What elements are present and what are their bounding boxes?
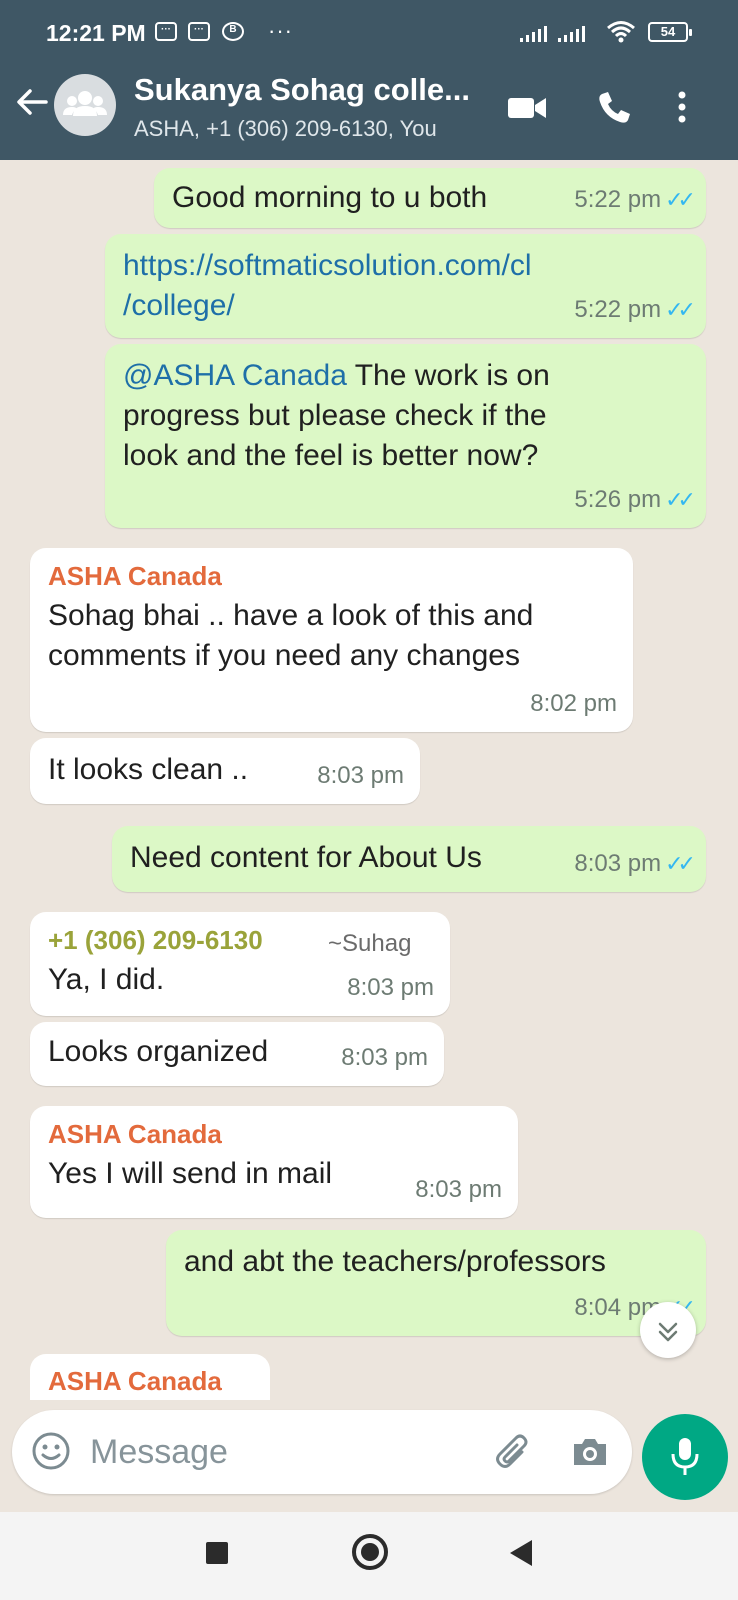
system-nav-bar [0, 1512, 738, 1600]
read-ticks-icon: ✓✓ [665, 187, 696, 212]
sender-name[interactable]: ASHA Canada [48, 560, 615, 592]
top-bar: 12:21 PM ··· ··· B ··· 54 Sukanya Sohag … [0, 0, 738, 160]
message-text: It looks clean .. [48, 753, 249, 786]
read-ticks-icon: ✓✓ [665, 851, 696, 876]
message-text: progress but please check if the [123, 399, 547, 432]
message-time: 8:03 pm [347, 974, 434, 1001]
sender-name: ASHA Canada [48, 1366, 222, 1396]
status-more-dots: ··· [268, 18, 293, 43]
read-ticks-icon: ✓✓ [665, 297, 696, 322]
mic-button[interactable] [642, 1414, 728, 1500]
b-icon: B [222, 22, 244, 41]
message-time: 8:03 pm [341, 1044, 428, 1071]
signal-icon [520, 26, 548, 42]
message-icon: ··· [188, 22, 210, 41]
sender-alias: ~Suhag [328, 930, 412, 957]
read-ticks-icon: ✓✓ [665, 487, 696, 512]
message-time: 5:22 pm ✓✓ [574, 290, 696, 330]
attach-icon[interactable] [492, 1430, 536, 1474]
message-bubble-partial[interactable]: ASHA Canada [30, 1354, 270, 1400]
message-bubble[interactable]: and abt the teachers/professors 8:04 pm✓… [166, 1230, 706, 1336]
message-bubble[interactable]: @ASHA Canada The work is on progress but… [105, 344, 706, 528]
voice-call-icon[interactable] [592, 86, 638, 130]
signal-icon [558, 26, 586, 42]
scroll-down-icon[interactable] [640, 1302, 696, 1358]
message-time: 5:26 pm ✓✓ [574, 480, 696, 520]
message-bubble[interactable]: Looks organized 8:03 pm [30, 1022, 444, 1086]
message-link[interactable]: https://softmaticsolution.com/cl [123, 246, 688, 286]
more-vert-icon[interactable] [664, 86, 700, 130]
battery-indicator: 54 [648, 22, 692, 42]
message-text: Looks organized [48, 1035, 269, 1068]
message-composer [12, 1410, 632, 1494]
sender-name[interactable]: ASHA Canada [48, 1118, 500, 1150]
chat-title[interactable]: Sukanya Sohag colle... [134, 72, 494, 108]
emoji-icon[interactable] [30, 1430, 72, 1472]
message-bubble[interactable]: It looks clean .. 8:03 pm [30, 738, 420, 804]
mention[interactable]: @ASHA Canada [123, 359, 347, 392]
wifi-icon [606, 20, 636, 50]
message-input[interactable] [90, 1426, 470, 1478]
home-button[interactable] [352, 1534, 388, 1570]
message-bubble[interactable]: ASHA Canada Sohag bhai .. have a look of… [30, 548, 633, 732]
message-time: 8:03 pm ✓✓ [574, 844, 696, 884]
message-text: The work is on [346, 359, 550, 392]
back-button[interactable] [510, 1540, 532, 1566]
mic-icon [671, 1438, 699, 1475]
message-time: 5:22 pm ✓✓ [574, 180, 696, 220]
chat-area[interactable]: Good morning to u both 5:22 pm ✓✓ https:/… [0, 160, 738, 1400]
back-arrow-icon[interactable] [12, 82, 52, 122]
status-bar: 12:21 PM ··· ··· B ··· 54 [0, 0, 738, 66]
message-time: 8:02 pm [530, 690, 617, 717]
message-time: 8:03 pm [415, 1176, 502, 1203]
message-bubble[interactable]: Good morning to u both 5:22 pm ✓✓ [154, 168, 706, 228]
message-bubble[interactable]: Need content for About Us 8:03 pm ✓✓ [112, 826, 706, 892]
message-bubble[interactable]: +1 (306) 209-6130 ~Suhag Ya, I did. 8:03… [30, 912, 450, 1016]
camera-icon[interactable] [568, 1430, 612, 1474]
message-text: and abt the teachers/professors [184, 1245, 606, 1278]
chat-participants[interactable]: ASHA, +1 (306) 209-6130, You [134, 116, 494, 142]
message-text: Sohag bhai .. have a look of this and [48, 599, 534, 632]
recents-button[interactable] [206, 1542, 228, 1564]
message-bubble[interactable]: ASHA Canada Yes I will send in mail 8:03… [30, 1106, 518, 1218]
status-time: 12:21 PM [46, 20, 146, 46]
message-text: Good morning to u both [172, 181, 488, 214]
message-text: look and the feel is better now? [123, 439, 539, 472]
group-avatar-icon[interactable] [54, 74, 116, 136]
message-icon: ··· [155, 22, 177, 41]
message-bubble[interactable]: https://softmaticsolution.com/cl /colleg… [105, 234, 706, 338]
message-text: Need content for About Us [130, 841, 482, 874]
message-time: 8:03 pm [317, 762, 404, 789]
message-text: comments if you need any changes [48, 639, 520, 672]
video-call-icon[interactable] [504, 86, 550, 130]
